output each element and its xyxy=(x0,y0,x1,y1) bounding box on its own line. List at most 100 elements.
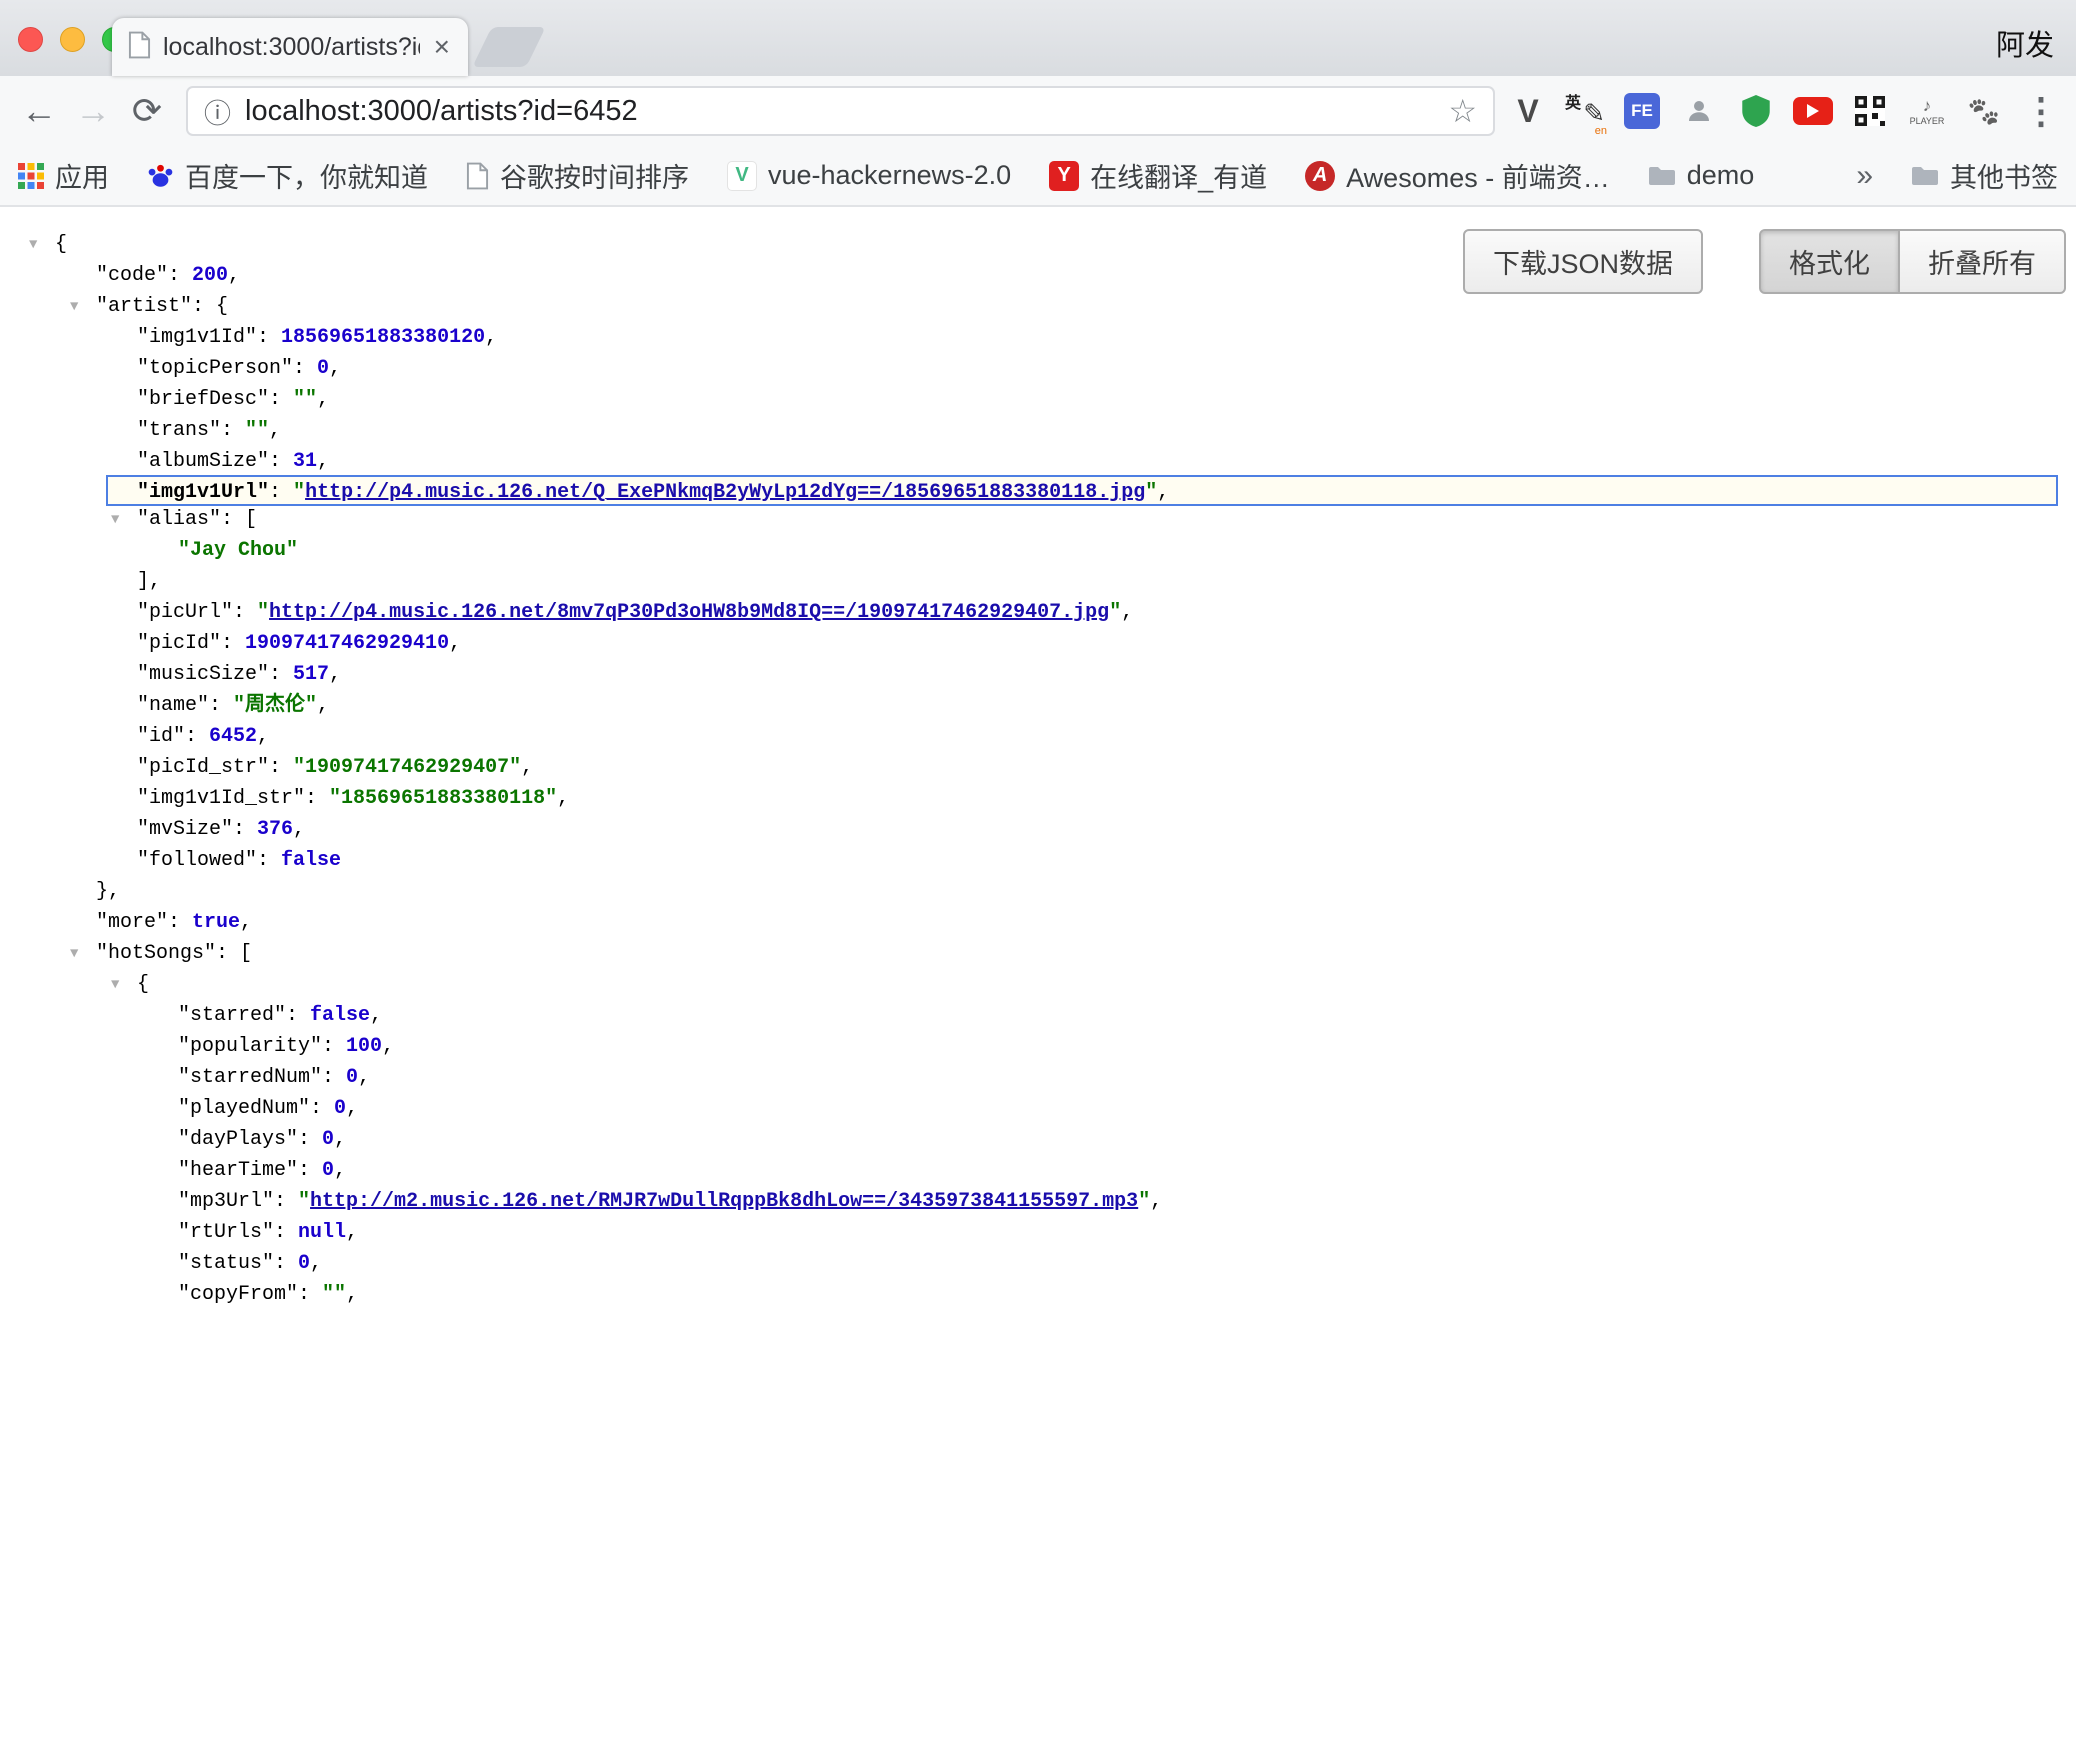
json-line: "musicSize": 517, xyxy=(0,659,2076,690)
json-token: : xyxy=(269,481,293,504)
browser-window: localhost:3000/artists?id=645 × 阿发 ← → ⟳… xyxy=(0,0,2076,1754)
tab-strip: localhost:3000/artists?id=645 × 阿发 xyxy=(0,0,2076,76)
bookmark-youdao[interactable]: Y 在线翻译_有道 xyxy=(1049,156,1267,195)
json-token: "trans" xyxy=(137,419,221,442)
json-token: , xyxy=(334,1128,346,1151)
collapse-triangle-icon[interactable]: ▼ xyxy=(111,505,119,536)
browser-tab[interactable]: localhost:3000/artists?id=645 × xyxy=(112,18,468,76)
json-line: "picId_str": "19097417462929407", xyxy=(0,752,2076,783)
json-token: : xyxy=(293,357,317,380)
collapse-triangle-icon[interactable]: ▼ xyxy=(111,970,119,1001)
json-token: "Jay Chou" xyxy=(178,539,298,562)
forward-button-icon: → xyxy=(66,84,120,138)
json-token: : xyxy=(322,1035,346,1058)
json-line: "briefDesc": "", xyxy=(0,384,2076,415)
json-token: , xyxy=(228,264,240,287)
json-token: , xyxy=(1121,601,1133,624)
json-token: "albumSize" xyxy=(137,450,269,473)
bookmark-awesomes[interactable]: A Awesomes - 前端资… xyxy=(1305,156,1610,195)
bookmark-baidu[interactable]: 百度一下，你就知道 xyxy=(147,156,428,195)
json-token: "hearTime" xyxy=(178,1159,298,1182)
bookmarks-overflow-chevron[interactable]: » xyxy=(1856,159,1873,193)
bookmark-demo-folder[interactable]: demo xyxy=(1648,160,1755,191)
adblock-shield-icon[interactable] xyxy=(1735,87,1777,135)
json-line: "Jay Chou" xyxy=(0,535,2076,566)
json-token: : [ xyxy=(221,508,257,531)
json-token: , xyxy=(257,725,269,748)
json-viewer-toolbar: 下载JSON数据 格式化 折叠所有 xyxy=(1463,229,2066,294)
profile-extension-icon[interactable] xyxy=(1678,87,1720,135)
json-token: : xyxy=(185,725,209,748)
qrcode-extension-icon[interactable] xyxy=(1849,87,1891,135)
bookmark-google-sort[interactable]: 谷歌按时间排序 xyxy=(466,156,689,195)
url-text[interactable]: localhost:3000/artists?id=6452 xyxy=(245,95,1434,128)
fe-extension-icon[interactable]: FE xyxy=(1621,87,1663,135)
minimize-window-button[interactable] xyxy=(60,27,85,52)
close-window-button[interactable] xyxy=(18,27,43,52)
bookmark-apps[interactable]: 应用 xyxy=(18,156,109,195)
bookmark-vue-hackernews[interactable]: V vue-hackernews-2.0 xyxy=(727,160,1011,191)
json-token: 31 xyxy=(293,450,317,473)
other-bookmarks-folder[interactable]: 其他书签 xyxy=(1911,156,2058,195)
json-token: 0 xyxy=(298,1252,310,1275)
window-controls xyxy=(18,27,127,52)
json-token: }, xyxy=(96,880,120,903)
json-token: , xyxy=(329,357,341,380)
vimium-extension-icon[interactable]: V xyxy=(1507,87,1549,135)
collapse-triangle-icon[interactable]: ▼ xyxy=(70,292,78,323)
json-token: "briefDesc" xyxy=(137,388,269,411)
collapse-triangle-icon[interactable]: ▼ xyxy=(70,939,78,970)
player-extension-icon[interactable]: ♪PLAYER xyxy=(1906,87,1948,135)
format-button[interactable]: 格式化 xyxy=(1759,229,1900,294)
bookmark-star-icon[interactable]: ☆ xyxy=(1448,92,1477,130)
json-token: : xyxy=(298,1283,322,1306)
json-token: : xyxy=(305,787,329,810)
json-token: ], xyxy=(137,570,161,593)
youtube-extension-icon[interactable] xyxy=(1792,87,1834,135)
json-token: , xyxy=(293,818,305,841)
page-info-icon[interactable]: ⓘ xyxy=(204,92,231,131)
collapse-triangle-icon[interactable]: ▼ xyxy=(29,230,37,261)
json-url-link[interactable]: http://m2.music.126.net/RMJR7wDullRqppBk… xyxy=(310,1190,1138,1213)
json-token: true xyxy=(192,911,240,934)
json-token: , xyxy=(485,326,497,349)
json-token: "" xyxy=(293,388,317,411)
reload-button-icon[interactable]: ⟳ xyxy=(120,84,174,138)
json-line: "status": 0, xyxy=(0,1248,2076,1279)
json-line: "followed": false xyxy=(0,845,2076,876)
json-token: : xyxy=(286,1004,310,1027)
json-line: "name": "周杰伦", xyxy=(0,690,2076,721)
baidu-paw-icon xyxy=(147,162,174,189)
download-json-button[interactable]: 下载JSON数据 xyxy=(1463,229,1703,294)
json-token: : xyxy=(310,1097,334,1120)
json-line: ▼{ xyxy=(0,969,2076,1000)
tab-close-icon[interactable]: × xyxy=(432,33,452,61)
json-token: 376 xyxy=(257,818,293,841)
json-url-link[interactable]: http://p4.music.126.net/Q_ExePNkmqB2yWyL… xyxy=(305,481,1145,504)
address-bar[interactable]: ⓘ localhost:3000/artists?id=6452 ☆ xyxy=(186,86,1495,136)
profile-name[interactable]: 阿发 xyxy=(1996,22,2054,64)
json-token: : xyxy=(322,1066,346,1089)
paw-extension-icon[interactable]: 🐾 xyxy=(1963,87,2005,135)
json-line: "albumSize": 31, xyxy=(0,446,2076,477)
json-token: "rtUrls" xyxy=(178,1221,274,1244)
json-line: ], xyxy=(0,566,2076,597)
translate-extension-icon[interactable]: 英✎en xyxy=(1564,87,1606,135)
json-token: "musicSize" xyxy=(137,663,269,686)
json-token: , xyxy=(358,1066,370,1089)
json-line: "id": 6452, xyxy=(0,721,2076,752)
new-tab-button[interactable] xyxy=(472,27,546,67)
json-token: "picUrl" xyxy=(137,601,233,624)
json-token: 6452 xyxy=(209,725,257,748)
json-token: : xyxy=(269,756,293,779)
json-token: , xyxy=(269,419,281,442)
json-url-link[interactable]: http://p4.music.126.net/8mv7qP30Pd3oHW8b… xyxy=(269,601,1109,624)
json-token: , xyxy=(346,1097,358,1120)
collapse-all-button[interactable]: 折叠所有 xyxy=(1900,229,2066,294)
json-token: , xyxy=(521,756,533,779)
document-icon xyxy=(466,162,489,190)
json-token: : { xyxy=(192,295,228,318)
json-line: "topicPerson": 0, xyxy=(0,353,2076,384)
back-button-icon[interactable]: ← xyxy=(12,84,66,138)
browser-menu-icon[interactable]: ⋮ xyxy=(2020,87,2062,135)
